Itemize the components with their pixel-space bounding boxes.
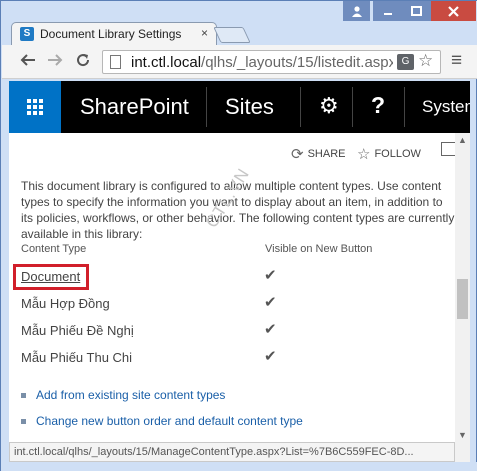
close-window-icon[interactable] [431, 1, 476, 21]
sharepoint-favicon-icon: S [20, 27, 34, 41]
app-launcher-icon[interactable] [9, 81, 61, 133]
divider [206, 87, 207, 127]
scroll-up-icon[interactable]: ▲ [458, 135, 467, 145]
add-content-type-link[interactable]: Add from existing site content types [21, 388, 225, 402]
bookmark-star-icon[interactable]: ☆ [418, 51, 433, 71]
help-icon[interactable]: ? [371, 92, 385, 119]
browser-tab[interactable]: S Document Library Settings × [11, 22, 217, 45]
vertical-scrollbar[interactable]: ▲ ▼ [455, 133, 470, 442]
url-host: int.ctl.local [131, 54, 202, 71]
focus-on-content-icon[interactable] [441, 142, 455, 156]
browser-menu-icon[interactable]: ≡ [451, 51, 462, 70]
sites-link[interactable]: Sites [225, 94, 274, 120]
follow-button[interactable]: ☆ FOLLOW [357, 145, 421, 163]
browser-window: S Document Library Settings × int.ctl.lo… [0, 0, 477, 471]
column-header-content-type: Content Type [21, 243, 87, 255]
back-arrow-icon[interactable] [19, 51, 37, 73]
main-content: ⟳ SHARE ☆ FOLLOW This document library i… [9, 133, 455, 442]
table-row: Mẫu Hợp Đồng ✔ [9, 292, 455, 316]
url-text[interactable]: int.ctl.local/qlhs/_layouts/15/listedit.… [131, 54, 393, 71]
tab-close-icon[interactable]: × [201, 26, 208, 40]
link-label: Add from existing site content types [36, 388, 226, 402]
title-bar: S Document Library Settings × [1, 1, 477, 45]
checkmark-icon: ✔ [264, 348, 277, 365]
content-type-name[interactable]: Mẫu Phiếu Đề Nghị [21, 323, 134, 338]
scroll-thumb[interactable] [457, 279, 468, 319]
scroll-down-icon[interactable]: ▼ [458, 430, 467, 440]
tab-title: Document Library Settings [40, 27, 182, 41]
window-frame-bottom [1, 462, 477, 471]
share-icon: ⟳ [291, 146, 304, 163]
checkmark-icon: ✔ [264, 294, 277, 311]
follow-label: FOLLOW [374, 148, 421, 160]
content-type-name[interactable]: Mẫu Hợp Đồng [21, 296, 110, 311]
link-label: Change new button order and default cont… [36, 414, 303, 428]
address-bar[interactable]: int.ctl.local/qlhs/_layouts/15/listedit.… [102, 50, 441, 74]
table-row: Mẫu Phiếu Thu Chi ✔ [9, 346, 455, 370]
user-profile-icon[interactable] [343, 1, 370, 21]
scrollbar-corner [455, 442, 470, 462]
bullet-icon [21, 418, 26, 424]
reload-icon[interactable] [74, 51, 92, 74]
share-button[interactable]: ⟳ SHARE [291, 145, 345, 163]
browser-toolbar: int.ctl.local/qlhs/_layouts/15/listedit.… [2, 45, 477, 79]
divider [300, 87, 301, 127]
url-path: /qlhs/_layouts/15/listedit.aspx [201, 54, 393, 71]
translate-icon[interactable]: G [397, 54, 414, 70]
checkmark-icon: ✔ [264, 267, 277, 284]
divider [352, 87, 353, 127]
content-type-name[interactable]: Mẫu Phiếu Thu Chi [21, 350, 132, 365]
gear-icon[interactable]: ⚙ [319, 93, 339, 119]
divider [404, 87, 405, 127]
share-label: SHARE [307, 148, 346, 160]
highlight-box [13, 264, 89, 290]
change-button-order-link[interactable]: Change new button order and default cont… [21, 414, 303, 428]
user-menu[interactable]: System [422, 97, 470, 117]
star-icon: ☆ [357, 146, 371, 163]
minimize-icon[interactable] [373, 1, 402, 21]
checkmark-icon: ✔ [264, 321, 277, 338]
sharepoint-suite-bar: SharePoint Sites ⚙ ? System [9, 81, 470, 133]
status-bar: int.ctl.local/qlhs/_layouts/15/ManageCon… [9, 442, 455, 462]
bullet-icon [21, 392, 26, 398]
page-icon [110, 55, 121, 69]
new-tab-button[interactable] [213, 27, 251, 43]
sharepoint-brand[interactable]: SharePoint [80, 94, 189, 120]
action-bar: ⟳ SHARE ☆ FOLLOW [9, 133, 455, 171]
table-row: Mẫu Phiếu Đề Nghị ✔ [9, 319, 455, 343]
forward-arrow-icon[interactable] [46, 51, 64, 73]
column-header-visible: Visible on New Button [265, 243, 373, 255]
maximize-icon[interactable] [402, 1, 431, 21]
